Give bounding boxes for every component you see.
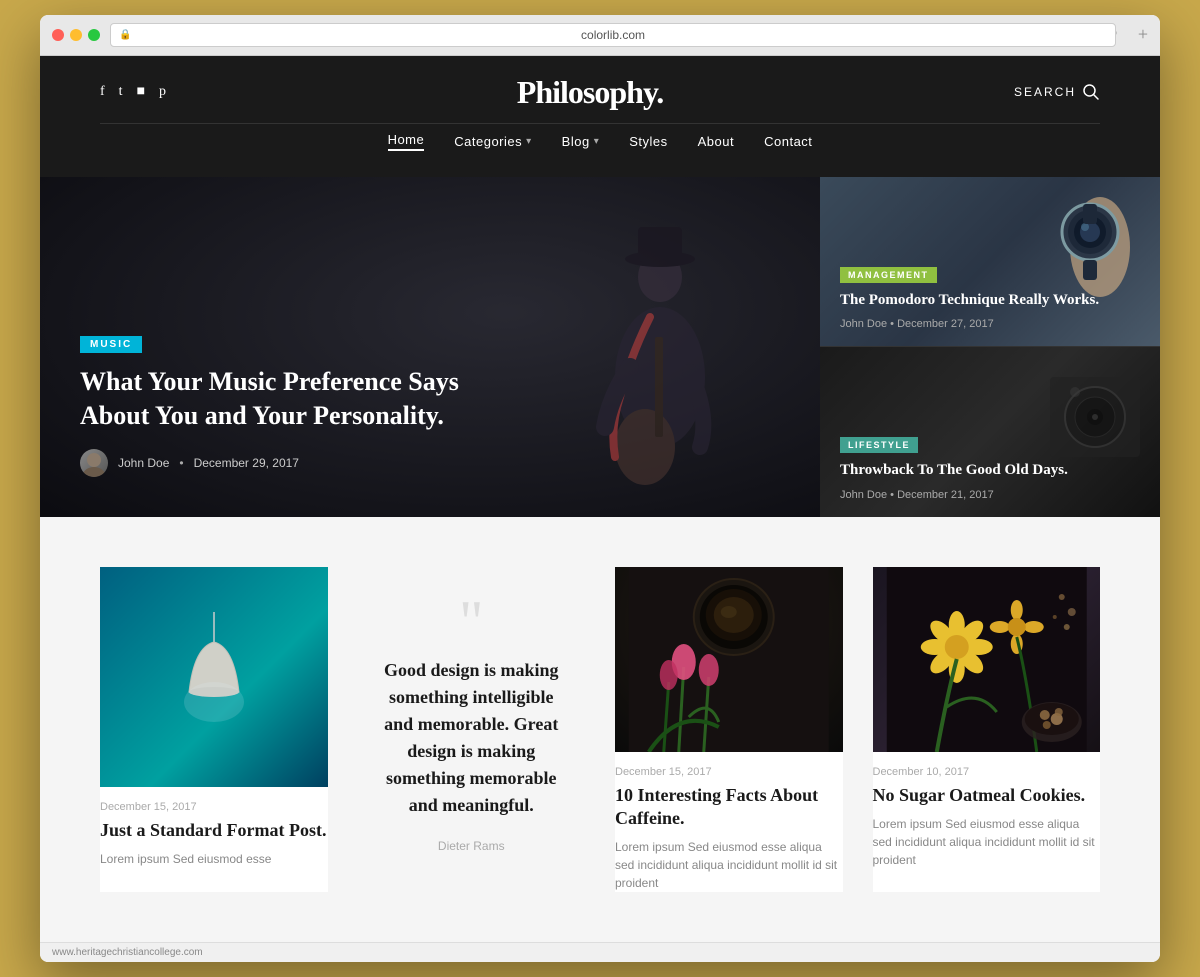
status-bar: www.heritagechristiancollege.com [40,942,1160,962]
hero-sidebar: MANAGEMENT The Pomodoro Technique Really… [820,177,1160,517]
post-excerpt-1: Lorem ipsum Sed eiusmod esse [100,850,328,868]
hero-meta: John Doe • December 29, 2017 [80,449,780,477]
post-text-food: December 10, 2017 No Sugar Oatmeal Cooki… [873,752,1101,869]
nav-contact[interactable]: Contact [764,134,812,149]
post-date-4: December 10, 2017 [873,766,1101,778]
card-content-lifestyle: LIFESTYLE Throwback To The Good Old Days… [840,435,1140,501]
site-nav: Home Categories ▾ Blog ▾ Styles About Co… [100,123,1100,159]
card-meta-management: John Doe • December 27, 2017 [840,318,1140,330]
author-avatar [80,449,108,477]
traffic-lights [52,29,100,41]
social-icons: f t ■ p [100,84,166,100]
site-header: f t ■ p Philosophy. SEARCH Home Categori… [40,56,1160,177]
hero-section: MUSIC What Your Music Preference Says Ab… [40,177,1160,517]
post-card-food[interactable]: December 10, 2017 No Sugar Oatmeal Cooki… [873,567,1101,893]
post-date-3: December 15, 2017 [615,766,843,778]
lamp-illustration [174,612,254,742]
card-title-management: The Pomodoro Technique Really Works. [840,291,1140,311]
address-bar[interactable]: colorlib.com [110,23,1116,47]
close-button[interactable] [52,29,64,41]
nav-styles[interactable]: Styles [629,134,667,149]
search-button[interactable]: SEARCH [1014,83,1100,101]
post-card-coffee[interactable]: December 15, 2017 10 Interesting Facts A… [615,567,843,893]
post-date-1: December 15, 2017 [100,801,328,813]
hero-card-management[interactable]: MANAGEMENT The Pomodoro Technique Really… [820,177,1160,347]
browser-chrome: colorlib.com ↻ + [40,15,1160,56]
pinterest-icon[interactable]: p [159,84,166,100]
post-title-1: Just a Standard Format Post. [100,819,328,842]
quote-marks: " [459,607,484,637]
new-tab-button[interactable]: + [1138,24,1148,45]
post-title-3: 10 Interesting Facts About Caffeine. [615,784,843,831]
nav-home[interactable]: Home [388,132,425,151]
management-badge: MANAGEMENT [840,267,937,283]
food-illustration [873,567,1101,752]
chevron-down-icon: ▾ [594,136,600,147]
header-top: f t ■ p Philosophy. SEARCH [100,74,1100,111]
status-url: www.heritagechristiancollege.com [52,947,203,958]
music-badge: MUSIC [80,336,142,353]
post-title-4: No Sugar Oatmeal Cookies. [873,784,1101,807]
search-label: SEARCH [1014,85,1076,99]
quote-text: Good design is making something intellig… [378,657,566,819]
card-title-lifestyle: Throwback To The Good Old Days. [840,461,1140,481]
post-image-food [873,567,1101,752]
browser-window: colorlib.com ↻ + f t ■ p Philosophy. SEA… [40,15,1160,963]
post-excerpt-3: Lorem ipsum Sed eiusmod esse aliqua sed … [615,838,843,892]
hero-title: What Your Music Preference Says About Yo… [80,365,460,433]
quote-card: " Good design is making something intell… [358,567,586,893]
post-text-lamp: December 15, 2017 Just a Standard Format… [100,787,328,868]
chevron-down-icon: ▾ [526,136,532,147]
post-card-lamp[interactable]: December 15, 2017 Just a Standard Format… [100,567,328,893]
hero-content: MUSIC What Your Music Preference Says Ab… [80,334,780,477]
hero-author: John Doe [118,456,169,470]
coffee-illustration [615,567,843,752]
nav-blog[interactable]: Blog ▾ [562,134,600,149]
quote-author: Dieter Rams [438,839,505,853]
post-image-lamp [100,567,328,787]
card-meta-lifestyle: John Doe • December 21, 2017 [840,489,1140,501]
fullscreen-button[interactable] [88,29,100,41]
site-title: Philosophy. [517,74,663,111]
hero-date: December 29, 2017 [194,456,299,470]
hero-main-post[interactable]: MUSIC What Your Music Preference Says Ab… [40,177,820,517]
facebook-icon[interactable]: f [100,84,105,100]
instagram-icon[interactable]: ■ [137,84,145,100]
post-text-coffee: December 15, 2017 10 Interesting Facts A… [615,752,843,893]
twitter-icon[interactable]: t [119,84,123,100]
lifestyle-badge: LIFESTYLE [840,437,918,453]
post-excerpt-4: Lorem ipsum Sed eiusmod esse aliqua sed … [873,815,1101,869]
meta-separator: • [179,456,183,470]
hero-card-lifestyle[interactable]: LIFESTYLE Throwback To The Good Old Days… [820,346,1160,517]
main-content: December 15, 2017 Just a Standard Format… [40,517,1160,943]
search-icon [1082,83,1100,101]
posts-grid: December 15, 2017 Just a Standard Format… [100,567,1100,893]
nav-about[interactable]: About [698,134,734,149]
card-content-management: MANAGEMENT The Pomodoro Technique Really… [840,265,1140,331]
post-image-coffee [615,567,843,752]
nav-categories[interactable]: Categories ▾ [454,134,531,149]
minimize-button[interactable] [70,29,82,41]
